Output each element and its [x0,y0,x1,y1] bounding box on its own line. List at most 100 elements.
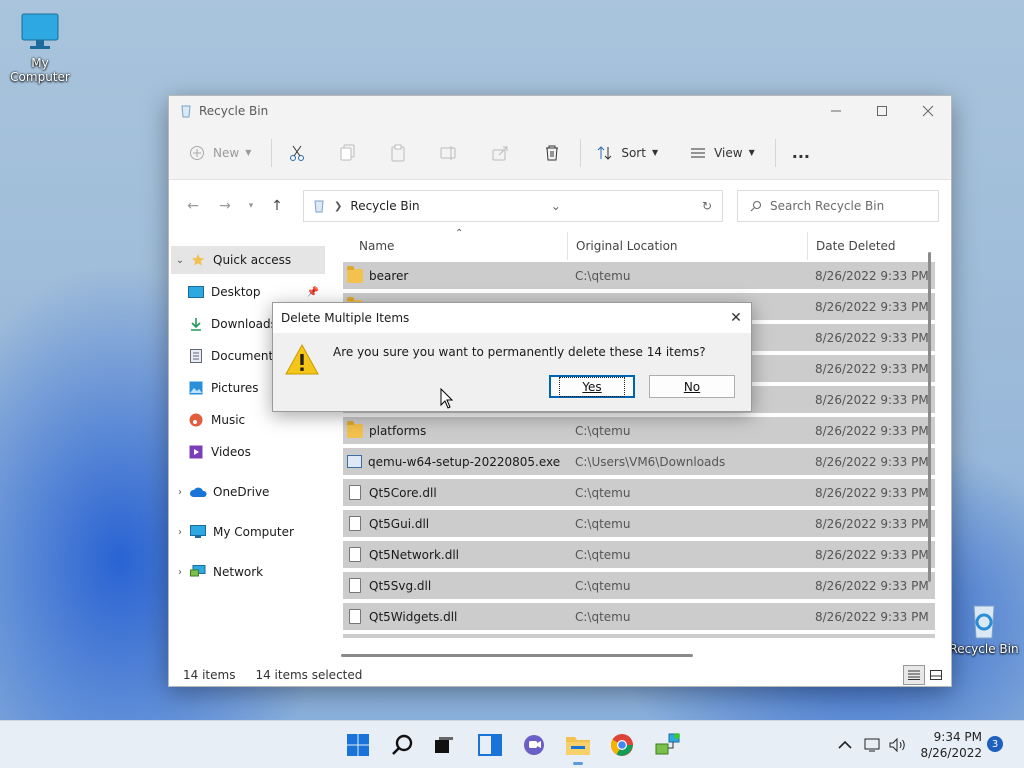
file-name: bearer [369,268,409,283]
sort-button[interactable]: Sort ▼ [589,137,666,169]
list-view-icon [691,148,706,157]
dialog-close-button[interactable]: ✕ [721,310,751,326]
arrow-right-icon: → [219,198,231,214]
close-icon: ✕ [730,310,742,326]
nav-videos[interactable]: Videos [187,438,325,466]
table-row[interactable]: bearer C:\qtemu 8/26/2022 9:33 PM [343,262,935,289]
chevron-down-icon: ⌄ [175,254,185,266]
no-button[interactable]: No [649,375,735,398]
music-icon [187,412,205,428]
view-button[interactable]: View ▼ [682,137,763,169]
search-box[interactable] [737,190,939,222]
file-explorer-button[interactable] [562,729,594,765]
notification-badge[interactable]: 3 [987,736,1003,752]
network-status-button[interactable] [864,721,882,768]
column-header-location[interactable]: Original Location [567,232,807,260]
column-header-name[interactable]: Name [351,232,567,260]
delete-button[interactable] [536,137,568,169]
monitor-icon [21,13,59,49]
nav-label: Quick access [213,253,292,267]
desktop-icon-label: Recycle Bin [949,642,1019,656]
chrome-button[interactable] [606,729,638,761]
recycle-bin-icon [181,105,191,118]
column-headers: ⌃ Name Original Location Date Deleted [341,228,937,260]
address-history-button[interactable]: ⌄ [541,199,571,213]
table-row[interactable]: qemu-w64-setup-20220805.exe C:\Users\VM6… [343,448,935,475]
dialog-title: Delete Multiple Items [281,311,410,325]
toolbar-divider [580,138,582,167]
widgets-button[interactable] [474,729,506,761]
table-row[interactable]: Qt5Svg.dll C:\qtemu 8/26/2022 9:33 PM [343,572,935,599]
nav-onedrive[interactable]: › OneDrive [171,478,325,506]
file-date: 8/26/2022 9:33 PM [815,268,929,283]
toolbar-divider [271,138,273,167]
chevron-down-icon: ⌄ [550,199,561,213]
table-row[interactable]: Qt5Widgets.dll C:\qtemu 8/26/2022 9:33 P… [343,603,935,630]
title-bar[interactable]: Recycle Bin [169,96,951,126]
address-bar[interactable]: ❯ Recycle Bin ⌄ ↻ [303,190,723,222]
file-location: C:\qtemu [575,485,631,500]
details-view-button[interactable] [903,665,925,685]
table-row[interactable]: Qt5Network.dll C:\qtemu 8/26/2022 9:33 P… [343,541,935,568]
nav-quick-access[interactable]: ⌄ Quick access [171,246,325,274]
breadcrumb[interactable]: Recycle Bin [350,199,419,213]
chevron-right-icon: › [178,486,182,498]
cut-button[interactable] [280,137,314,169]
trash-icon [546,145,559,160]
file-date: 8/26/2022 9:33 PM [815,547,929,562]
minimize-icon [831,110,841,112]
recent-locations-button[interactable]: ▾ [243,192,259,220]
maximize-button[interactable] [859,96,905,126]
refresh-button[interactable]: ↻ [692,199,722,213]
item-count: 14 items [183,668,236,682]
file-date: 8/26/2022 9:33 PM [815,392,929,407]
horizontal-scrollbar[interactable] [341,654,693,657]
table-row[interactable]: platforms C:\qtemu 8/26/2022 9:33 PM [343,417,935,444]
search-input[interactable] [770,199,930,213]
delete-confirmation-dialog: Delete Multiple Items ✕ Are you sure you… [272,302,752,412]
more-options-button[interactable]: ... [784,137,818,169]
table-row[interactable] [343,634,935,638]
network-app-button[interactable] [652,729,684,761]
show-hidden-icons-button[interactable] [838,721,852,768]
star-icon [189,252,207,268]
rename-button[interactable] [432,137,466,169]
forward-button[interactable]: → [211,192,239,220]
nav-network[interactable]: › Network [171,558,325,586]
chevron-right-icon: ❯ [334,200,343,212]
file-location: C:\qtemu [575,423,631,438]
search-button[interactable] [386,729,418,761]
file-date: 8/26/2022 9:33 PM [815,578,929,593]
volume-button[interactable] [888,721,908,768]
chevron-up-icon [838,740,852,749]
task-view-button[interactable] [428,729,460,761]
widgets-icon [478,734,502,756]
table-row[interactable]: Qt5Gui.dll C:\qtemu 8/26/2022 9:33 PM [343,510,935,537]
back-button[interactable]: ← [179,192,207,220]
copy-button[interactable] [332,137,364,169]
file-location: C:\qtemu [575,547,631,562]
desktop-icon-my-computer[interactable]: My Computer [0,10,80,84]
start-button[interactable] [342,729,374,761]
column-header-date[interactable]: Date Deleted [807,232,935,260]
up-button[interactable]: ↑ [263,192,291,220]
vertical-scrollbar[interactable] [928,252,931,582]
yes-button[interactable]: Yes [549,375,635,398]
new-button[interactable]: New ▼ [181,137,259,169]
chat-button[interactable] [518,729,550,761]
dialog-title-bar[interactable]: Delete Multiple Items ✕ [273,303,751,333]
status-bar: 14 items 14 items selected [169,664,951,686]
share-button[interactable] [484,137,518,169]
desktop-icon-recycle-bin[interactable]: Recycle Bin [944,600,1024,656]
table-row[interactable]: Qt5Core.dll C:\qtemu 8/26/2022 9:33 PM [343,479,935,506]
recycle-bin-icon [314,200,324,213]
clock[interactable]: 9:34 PM 8/26/2022 [916,729,982,761]
clock-time: 9:34 PM [933,730,982,744]
close-button[interactable] [905,96,951,126]
nav-label: Downloads [211,317,277,331]
file-name: Qt5Network.dll [369,547,459,562]
tiles-view-button[interactable] [925,665,947,685]
nav-my-computer[interactable]: › My Computer [171,518,325,546]
paste-button[interactable] [382,137,414,169]
minimize-button[interactable] [813,96,859,126]
